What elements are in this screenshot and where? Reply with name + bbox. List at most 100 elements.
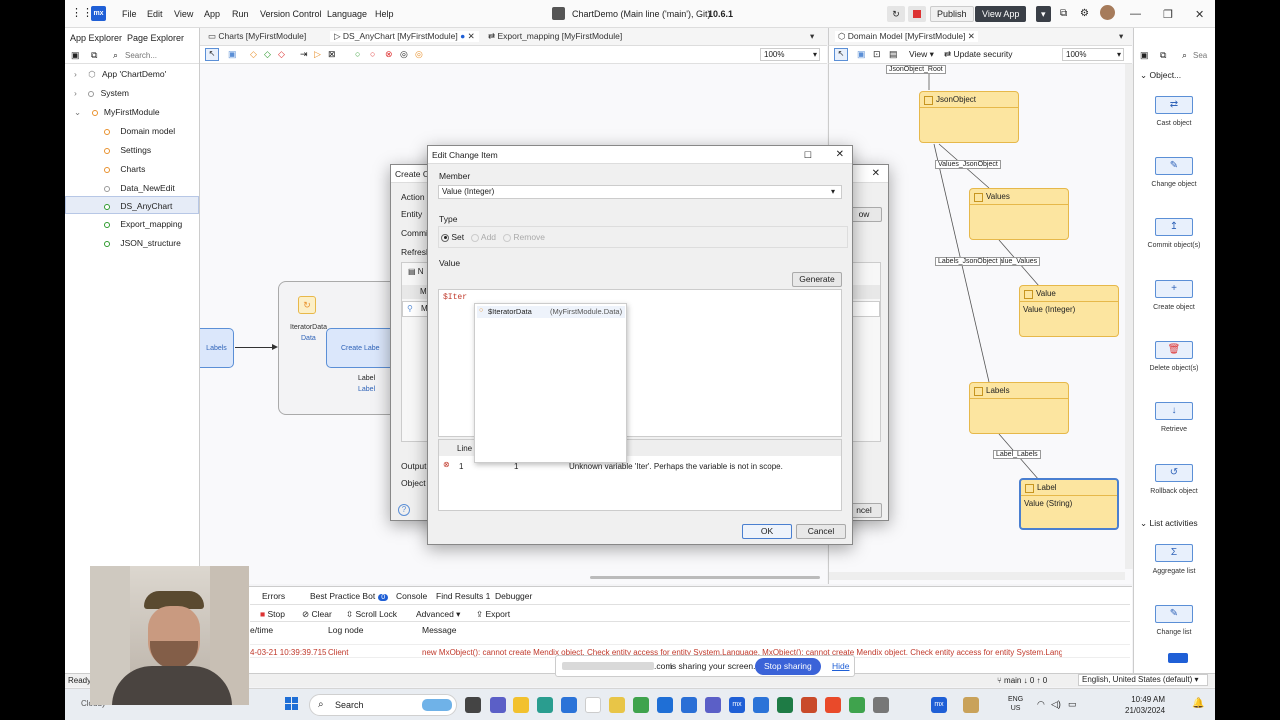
hide-link[interactable]: Hide: [832, 661, 849, 671]
start-event-icon[interactable]: ○: [355, 49, 360, 59]
entity-jsonobject[interactable]: JsonObject: [919, 91, 1019, 143]
user-avatar[interactable]: [1100, 5, 1115, 20]
tool-retrieve[interactable]: ↓ Retrieve: [1138, 402, 1210, 433]
tree-item-settings[interactable]: Settings: [65, 141, 199, 159]
view-menu[interactable]: View ▾: [909, 49, 934, 60]
menu-run[interactable]: Run: [232, 9, 249, 19]
tool-create-object[interactable]: + Create object: [1138, 280, 1210, 311]
snipping-icon[interactable]: [873, 697, 889, 713]
chrome-profile-icon[interactable]: [849, 697, 865, 713]
explorer-search-input[interactable]: [125, 49, 195, 61]
mendix-taskbar-icon[interactable]: mx: [729, 697, 745, 713]
tool-aggregate-list[interactable]: Σ Aggregate list: [1138, 544, 1210, 575]
loop-tool-icon[interactable]: ⇥: [300, 49, 308, 60]
stop-icon[interactable]: [908, 6, 926, 22]
expression-text[interactable]: $Iter: [443, 293, 467, 302]
tab-find-results[interactable]: Find Results 1: [436, 591, 490, 601]
create-label-activity[interactable]: Create Labe: [326, 328, 396, 368]
menu-edit[interactable]: Edit: [147, 9, 163, 19]
tree-item-charts[interactable]: Charts: [65, 160, 199, 178]
tool-delete-objects[interactable]: 🗑 Delete object(s): [1138, 341, 1210, 372]
input-language[interactable]: ENG US: [1008, 695, 1023, 713]
menu-language[interactable]: Language: [327, 9, 367, 19]
toolbox-section-object[interactable]: ⌄ Object...: [1140, 70, 1181, 81]
store-icon[interactable]: [561, 697, 577, 713]
radio-set[interactable]: Set: [441, 232, 464, 242]
maximize-dialog-icon[interactable]: ☐: [804, 146, 812, 164]
edge-icon[interactable]: [537, 697, 553, 713]
export-button[interactable]: ⇪ Export: [476, 609, 510, 620]
menu-version-control[interactable]: Version Control: [260, 9, 322, 19]
dm-zoom-select[interactable]: 100% ▾: [1062, 48, 1124, 61]
assoc-label-labels[interactable]: Label_Labels: [993, 450, 1041, 459]
wifi-icon[interactable]: ◠: [1037, 699, 1045, 710]
toolbox-filter-icon[interactable]: ⧉: [1160, 50, 1166, 61]
break-event-icon[interactable]: ◎: [415, 49, 423, 60]
outlook-icon[interactable]: [657, 697, 673, 713]
tree-item-export-mapping[interactable]: Export_mapping: [65, 215, 199, 233]
tab-ds-anychart[interactable]: ▷ DS_AnyChart [MyFirstModule] ● ✕: [330, 31, 479, 42]
tab-errors[interactable]: Errors: [262, 591, 285, 601]
stop-button[interactable]: ■ Stop: [260, 609, 285, 619]
tool-cast-object[interactable]: ⇄ Cast object: [1138, 96, 1210, 127]
tree-item-ds-anychart[interactable]: DS_AnyChart: [65, 196, 199, 214]
tree-item-data-newedit[interactable]: Data_NewEdit: [65, 179, 199, 197]
assoc-labels-jsonobject[interactable]: Labels_JsonObject: [935, 257, 1001, 266]
close-icon[interactable]: ✕: [1195, 8, 1204, 21]
clock[interactable]: 10:49 AM 21/03/2024: [1125, 694, 1165, 716]
scroll-lock-button[interactable]: ⇳ Scroll Lock: [346, 609, 397, 620]
radio-add[interactable]: Add: [471, 232, 496, 242]
view-app-button[interactable]: View App: [975, 6, 1027, 22]
toolbox-collapse-icon[interactable]: ▣: [1140, 50, 1149, 61]
horizontal-scrollbar[interactable]: [590, 576, 820, 579]
entity-label[interactable]: Label Value (String): [1019, 478, 1119, 530]
tab-best-practice-bot[interactable]: Best Practice Bot 0: [310, 591, 389, 601]
tabs-dropdown-icon[interactable]: ▾: [810, 31, 814, 42]
windows-start-icon[interactable]: [285, 697, 299, 711]
help-icon[interactable]: ?: [398, 504, 410, 516]
share-icon[interactable]: ⧉: [1060, 8, 1067, 19]
notification-bell-icon[interactable]: 🔔: [1192, 698, 1204, 709]
tree-item-myfirstmodule[interactable]: ⌄ MyFirstModule: [65, 103, 199, 121]
advanced-menu[interactable]: Advanced ▾: [416, 609, 460, 620]
publish-button[interactable]: Publish: [930, 6, 974, 22]
parameter-tool-icon[interactable]: ▣: [228, 49, 237, 60]
menu-view[interactable]: View: [174, 9, 193, 19]
teams-app-icon[interactable]: [705, 697, 721, 713]
app-grid-icon[interactable]: ⋮⋮: [71, 8, 93, 19]
teams-icon[interactable]: [490, 697, 506, 713]
volume-icon[interactable]: ◁): [1051, 699, 1061, 710]
clear-button[interactable]: ⊘ Clear: [302, 609, 332, 620]
tab-app-explorer[interactable]: App Explorer: [70, 33, 122, 43]
menu-file[interactable]: File: [122, 9, 137, 19]
menu-app[interactable]: App: [204, 9, 220, 19]
dm-vertical-scrollbar[interactable]: [1125, 64, 1133, 569]
tool-rollback-object[interactable]: ↺ Rollback object: [1138, 464, 1210, 495]
powerpoint-icon[interactable]: [801, 697, 817, 713]
merge-tool-icon[interactable]: ◇: [264, 49, 271, 60]
excel-icon[interactable]: [777, 697, 793, 713]
filter-icon[interactable]: ⧉: [91, 50, 97, 61]
taskbar-search[interactable]: ⌕ Search: [309, 694, 457, 716]
cancel-button[interactable]: Cancel: [796, 524, 846, 539]
update-security-button[interactable]: ⇄ Update security: [944, 49, 1013, 60]
tab-domain-model[interactable]: ⬡ Domain Model [MyFirstModule] ✕: [835, 31, 978, 42]
tree-item-json-structure[interactable]: JSON_structure: [65, 234, 199, 252]
tool-change-list[interactable]: ✎ Change list: [1138, 605, 1210, 636]
restart-icon[interactable]: ↻: [887, 6, 905, 22]
task-view-icon[interactable]: [465, 697, 481, 713]
settings-icon[interactable]: ⚙: [1080, 8, 1089, 19]
end-event-icon[interactable]: ○: [370, 49, 375, 59]
entity-labels[interactable]: Labels: [969, 382, 1069, 434]
tab-page-explorer[interactable]: Page Explorer: [127, 33, 184, 43]
tab-export-mapping[interactable]: ⇄ Export_mapping [MyFirstModule]: [488, 31, 622, 42]
tab-charts[interactable]: ▭ Charts [MyFirstModule]: [208, 31, 306, 42]
tree-item-app[interactable]: › ⬡ App 'ChartDemo': [65, 65, 199, 83]
git-branch[interactable]: ⑂ main ↓ 0 ↑ 0: [997, 676, 1047, 685]
tree-item-system[interactable]: › System: [65, 84, 199, 102]
notepad-icon[interactable]: [585, 697, 601, 713]
create-dialog-close-icon[interactable]: ✕: [872, 165, 880, 183]
labels-activity[interactable]: Labels: [200, 328, 234, 368]
tab-console[interactable]: Console: [396, 591, 427, 601]
split-tool-icon[interactable]: ◇: [278, 49, 285, 60]
